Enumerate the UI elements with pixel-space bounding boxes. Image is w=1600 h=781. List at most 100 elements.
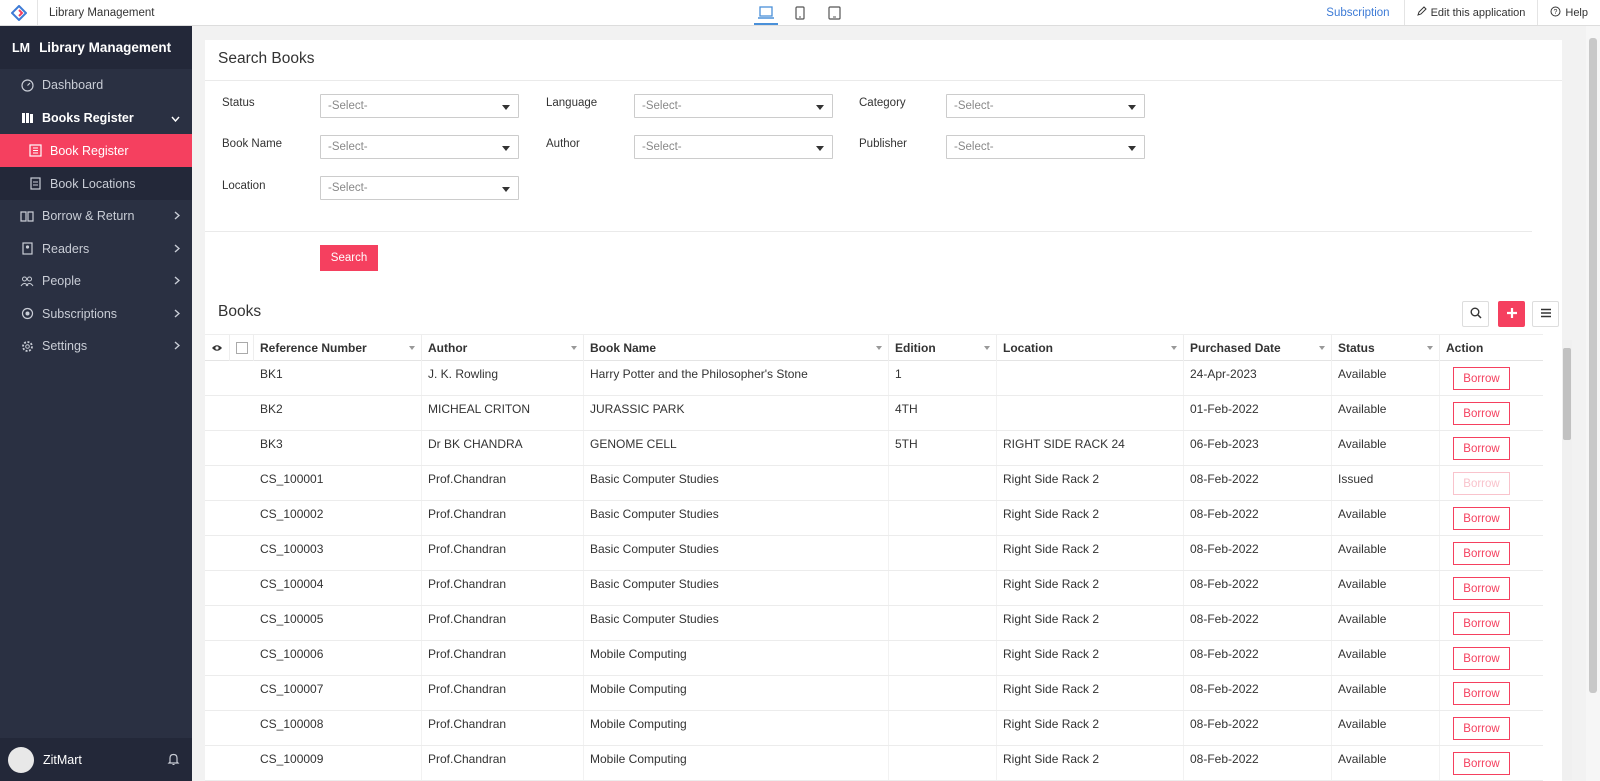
table-row[interactable]: CS_100009 Prof.Chandran Mobile Computing Ri… [205, 746, 1543, 781]
table-row[interactable]: CS_100004 Prof.Chandran Basic Computer Stu… [205, 571, 1543, 606]
bell-icon[interactable] [167, 752, 180, 769]
chevron-right-icon [174, 209, 181, 223]
table-row[interactable]: CS_100002 Prof.Chandran Basic Computer Stu… [205, 501, 1543, 536]
column-visibility-header[interactable] [205, 335, 230, 361]
publisher-select[interactable]: -Select- [946, 135, 1145, 159]
column-header-label: Location [1003, 341, 1053, 355]
help-button[interactable]: ? Help [1537, 0, 1600, 25]
location-select[interactable]: -Select- [320, 176, 519, 200]
table-row[interactable]: BK2 MICHEAL CRITON JURASSIC PARK 4TH 01-Feb-… [205, 396, 1543, 431]
author-filter-label: Author [546, 138, 580, 150]
sidebar-item-readers[interactable]: Readers [0, 233, 192, 266]
borrow-button[interactable]: Borrow [1453, 367, 1510, 390]
purchased-date-cell: 08-Feb-2022 [1184, 501, 1332, 535]
sidebar-item-books-register[interactable]: Books Register [0, 102, 192, 135]
borrow-button[interactable]: Borrow [1453, 682, 1510, 705]
status-cell: Available [1332, 676, 1440, 710]
table-scrollbar[interactable] [1562, 340, 1572, 780]
sidebar-brand[interactable]: LM Library Management [0, 26, 192, 69]
mobile-icon[interactable] [789, 0, 811, 25]
author-cell: Prof.Chandran [422, 711, 584, 745]
page-scrollbar[interactable] [1586, 26, 1600, 781]
column-header[interactable]: Location [997, 335, 1184, 361]
column-header-label: Purchased Date [1190, 341, 1281, 355]
select-placeholder: -Select- [642, 100, 682, 112]
book-name-select[interactable]: -Select- [320, 135, 519, 159]
language-select[interactable]: -Select- [634, 94, 833, 118]
caret-down-icon [816, 146, 824, 151]
select-placeholder: -Select- [642, 141, 682, 153]
reference-number-cell: BK2 [254, 396, 422, 430]
sidebar-item-label: Subscriptions [42, 306, 118, 321]
purchased-date-cell: 08-Feb-2022 [1184, 571, 1332, 605]
column-header[interactable]: Author [422, 335, 584, 361]
sidebar-item-people[interactable]: People [0, 265, 192, 298]
edit-application-button[interactable]: Edit this application [1403, 0, 1538, 25]
borrow-button[interactable]: Borrow [1453, 717, 1510, 740]
location-cell: Right Side Rack 2 [997, 571, 1184, 605]
column-header[interactable]: Reference Number [254, 335, 422, 361]
select-all-checkbox[interactable] [235, 342, 248, 354]
purchased-date-cell: 08-Feb-2022 [1184, 606, 1332, 640]
status-select[interactable]: -Select- [320, 94, 519, 118]
borrow-button[interactable]: Borrow [1453, 507, 1510, 530]
table-row[interactable]: CS_100003 Prof.Chandran Basic Computer Stu… [205, 536, 1543, 571]
table-row[interactable]: CS_100005 Prof.Chandran Basic Computer Stu… [205, 606, 1543, 641]
sidebar-item-book-locations[interactable]: Book Locations [0, 167, 192, 200]
borrow-button[interactable]: Borrow [1453, 577, 1510, 600]
add-book-button[interactable] [1498, 301, 1525, 327]
book-name-cell: JURASSIC PARK [584, 396, 889, 430]
sort-icon [571, 346, 577, 350]
reference-number-cell: CS_100009 [254, 746, 422, 780]
tablet-icon[interactable] [823, 0, 845, 25]
table-row[interactable]: CS_100007 Prof.Chandran Mobile Computing Ri… [205, 676, 1543, 711]
column-header[interactable]: Book Name [584, 335, 889, 361]
subscription-link[interactable]: Subscription [1312, 7, 1403, 19]
table-row[interactable]: CS_100008 Prof.Chandran Mobile Computing Ri… [205, 711, 1543, 746]
sidebar-item-subscriptions[interactable]: Subscriptions [0, 298, 192, 331]
search-button[interactable]: Search [320, 245, 378, 271]
brand-name: Library Management [39, 40, 172, 55]
sidebar-item-dashboard[interactable]: Dashboard [0, 69, 192, 102]
borrow-button[interactable]: Borrow [1453, 647, 1510, 670]
scrollbar-thumb[interactable] [1589, 38, 1597, 693]
book-name-cell: Mobile Computing [584, 746, 889, 780]
plus-icon [1506, 307, 1518, 322]
borrow-button[interactable]: Borrow [1453, 402, 1510, 425]
author-select[interactable]: -Select- [634, 135, 833, 159]
status-cell: Available [1332, 501, 1440, 535]
app-logo-icon[interactable] [0, 0, 38, 25]
author-cell: Prof.Chandran [422, 466, 584, 500]
table-search-button[interactable] [1462, 301, 1489, 327]
edition-cell [889, 501, 997, 535]
sidebar-item-label: Dashboard [42, 78, 104, 93]
borrow-button[interactable]: Borrow [1453, 612, 1510, 635]
borrow-button[interactable]: Borrow [1453, 437, 1510, 460]
reference-number-cell: CS_100006 [254, 641, 422, 675]
sort-icon [984, 346, 990, 350]
sidebar-item-settings[interactable]: Settings [0, 330, 192, 363]
books-section-title: Books [218, 303, 262, 320]
table-row[interactable]: CS_100006 Prof.Chandran Mobile Computing Ri… [205, 641, 1543, 676]
sort-icon [1171, 346, 1177, 350]
category-select[interactable]: -Select- [946, 94, 1145, 118]
borrow-button[interactable]: Borrow [1453, 542, 1510, 565]
table-row[interactable]: BK3 Dr BK CHANDRA GENOME CELL 5TH RIGHT SIDE… [205, 431, 1543, 466]
table-menu-button[interactable] [1532, 301, 1559, 327]
laptop-icon[interactable] [754, 0, 778, 25]
avatar[interactable] [8, 746, 34, 773]
author-cell: Prof.Chandran [422, 746, 584, 780]
table-row[interactable]: BK1 J. K. Rowling Harry Potter and the Phi… [205, 361, 1543, 396]
column-header[interactable]: Status [1332, 335, 1440, 361]
borrow-button[interactable]: Borrow [1453, 752, 1510, 775]
author-cell: J. K. Rowling [422, 361, 584, 395]
table-row[interactable]: CS_100001 Prof.Chandran Basic Computer Stu… [205, 466, 1543, 501]
column-header[interactable]: Edition [889, 335, 997, 361]
books-table: Reference Number Author Book Name Editio… [205, 334, 1543, 781]
column-header[interactable]: Purchased Date [1184, 335, 1332, 361]
status-cell: Available [1332, 746, 1440, 780]
book-name-cell: Harry Potter and the Philosopher's Stone [584, 361, 889, 395]
sidebar-item-book-register[interactable]: Book Register [0, 134, 192, 167]
scrollbar-thumb[interactable] [1563, 348, 1571, 440]
sidebar-item-borrow-return[interactable]: Borrow & Return [0, 200, 192, 233]
